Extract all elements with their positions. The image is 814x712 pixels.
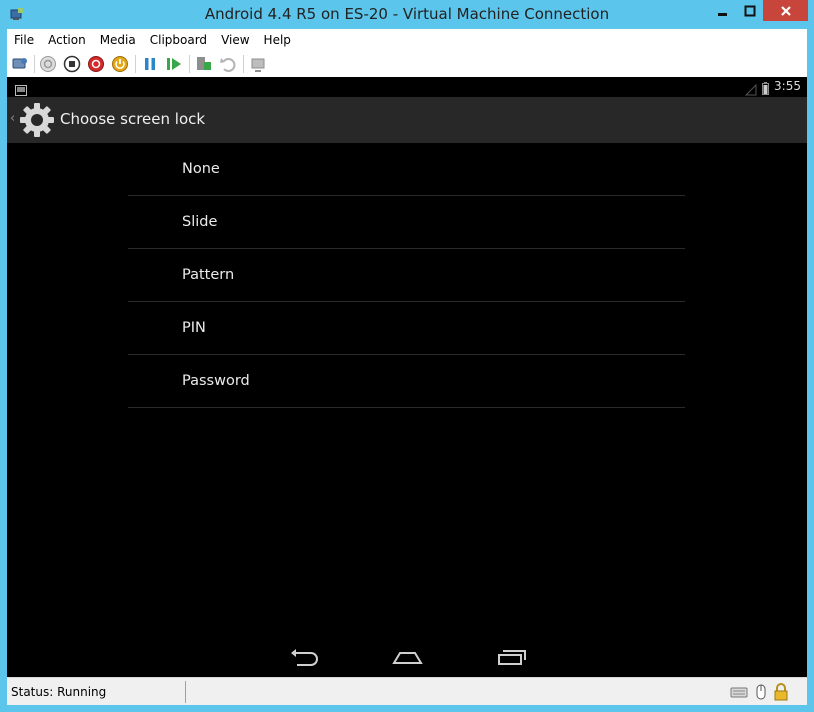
close-button[interactable] [763, 0, 808, 21]
status-divider [185, 681, 186, 703]
menu-file[interactable]: File [7, 29, 41, 51]
close-icon [780, 5, 791, 16]
lock-icon [772, 683, 790, 701]
revert-icon[interactable] [219, 55, 237, 73]
home-icon[interactable] [387, 645, 427, 671]
start-icon[interactable] [39, 55, 57, 73]
settings-gear-icon[interactable] [19, 102, 55, 138]
screen-lock-options: None Slide Pattern PIN Password [128, 143, 685, 408]
mouse-icon [752, 683, 770, 701]
toolbar-separator [189, 55, 190, 73]
menu-view[interactable]: View [214, 29, 256, 51]
android-status-bar: 3:55 [7, 77, 807, 97]
window-status-bar: Status: Running [7, 677, 807, 705]
minimize-button[interactable] [709, 0, 736, 21]
toolbar-separator [135, 55, 136, 73]
vm-status-text: Status: Running [11, 685, 107, 699]
pause-icon[interactable] [141, 55, 159, 73]
status-clock: 3:55 [774, 79, 801, 93]
shutdown-icon[interactable] [87, 55, 105, 73]
title-bar[interactable]: Android 4.4 R5 on ES-20 - Virtual Machin… [0, 0, 814, 29]
toolbar-separator [34, 55, 35, 73]
maximize-button[interactable] [737, 0, 763, 21]
menu-clipboard[interactable]: Clipboard [143, 29, 214, 51]
lock-option-none[interactable]: None [128, 143, 685, 196]
android-screen[interactable]: 3:55 ‹ Choose screen lock None Slide Pat… [7, 77, 807, 677]
minimize-icon [717, 12, 727, 16]
lock-option-slide[interactable]: Slide [128, 196, 685, 249]
back-icon[interactable] [283, 645, 323, 671]
enhanced-session-icon[interactable] [249, 55, 267, 73]
action-bar-title: Choose screen lock [60, 110, 206, 128]
lock-option-password[interactable]: Password [128, 355, 685, 408]
menu-media[interactable]: Media [93, 29, 143, 51]
menu-bar: File Action Media Clipboard View Help [7, 29, 807, 51]
maximize-icon [744, 5, 756, 16]
toolbar-separator [243, 55, 244, 73]
turn-off-icon[interactable] [63, 55, 81, 73]
save-icon[interactable] [111, 55, 129, 73]
vm-connection-window: Android 4.4 R5 on ES-20 - Virtual Machin… [0, 0, 814, 712]
android-action-bar: ‹ Choose screen lock [7, 97, 807, 143]
window-title: Android 4.4 R5 on ES-20 - Virtual Machin… [204, 5, 610, 23]
menu-help[interactable]: Help [257, 29, 298, 51]
toolbar [7, 51, 807, 77]
reset-icon[interactable] [165, 55, 183, 73]
lock-option-pattern[interactable]: Pattern [128, 249, 685, 302]
android-nav-bar [7, 637, 807, 677]
up-caret-icon[interactable]: ‹ [10, 111, 15, 126]
recents-icon[interactable] [491, 645, 531, 671]
menu-action[interactable]: Action [41, 29, 93, 51]
ctrl-alt-del-icon[interactable] [11, 55, 29, 73]
lock-option-pin[interactable]: PIN [128, 302, 685, 355]
keyboard-icon [730, 683, 748, 701]
checkpoint-icon[interactable] [195, 55, 213, 73]
